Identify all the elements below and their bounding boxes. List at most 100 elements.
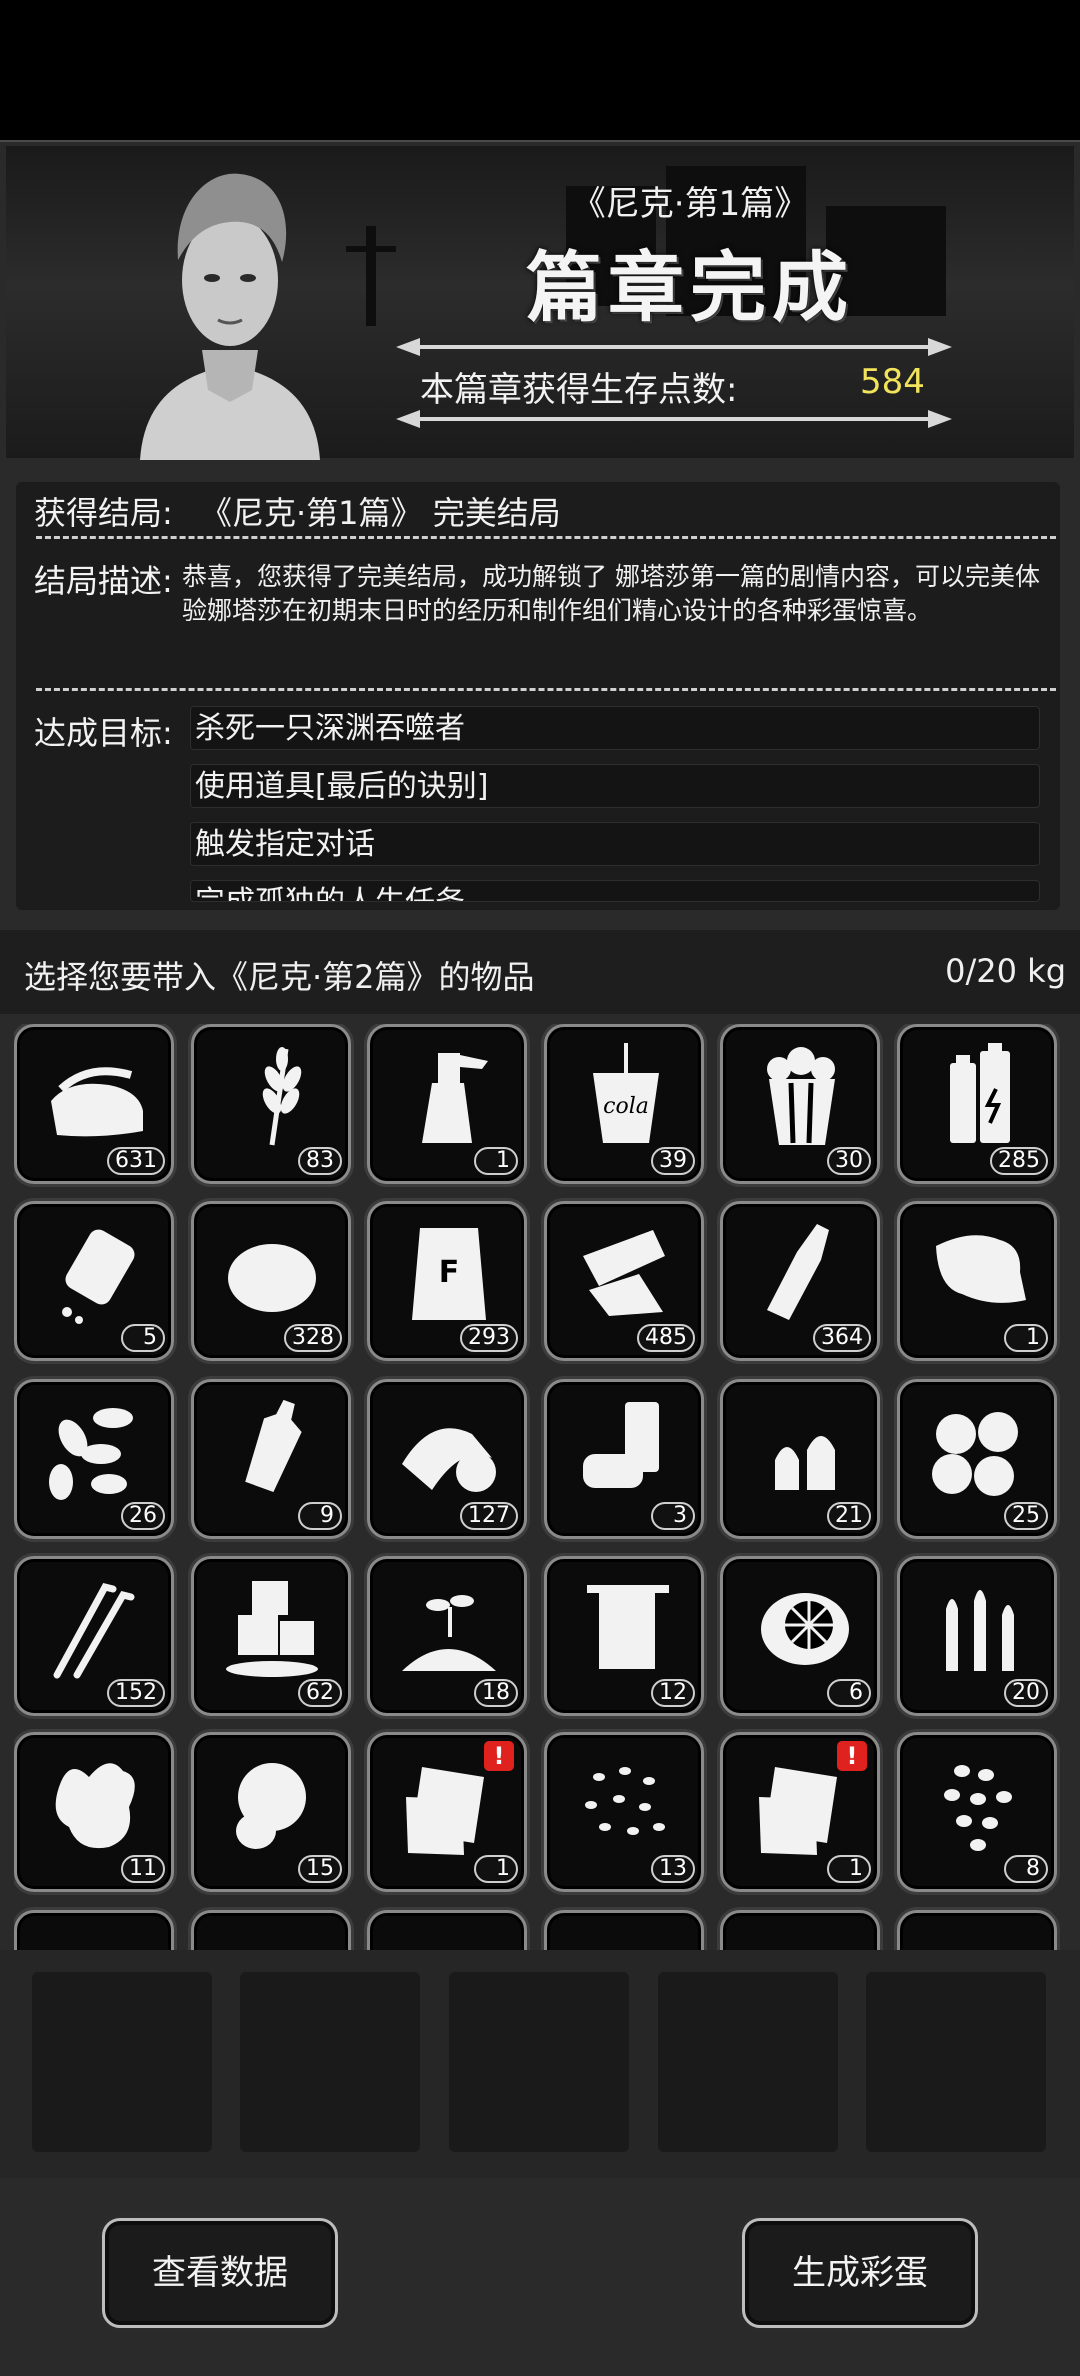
item-slot[interactable]: 285 [897,1024,1057,1184]
lettuce-icon [236,1763,306,1849]
items-title: 选择您要带入《尼克·第2篇》的物品 [24,958,535,996]
ice-cubes-icon [226,1581,318,1677]
item-count: 485 [637,1324,695,1352]
pill-bottle-icon [62,1229,135,1324]
item-count: 83 [298,1147,342,1175]
item-slot[interactable]: 20 [897,1556,1057,1716]
item-slot[interactable] [14,1910,174,1950]
item-slot[interactable]: 8 [897,1732,1057,1892]
item-slot[interactable] [720,1910,880,1950]
cotton-icon [932,1412,1018,1496]
survival-points-value: 584 [860,362,925,402]
ornament-divider-top [396,338,952,356]
view-data-button[interactable]: 查看数据 [102,2218,338,2328]
item-count: 3 [651,1502,695,1530]
item-count: 11 [121,1855,165,1883]
item-slot[interactable]: 13 [544,1732,704,1892]
item-count: 328 [284,1324,342,1352]
item-slot[interactable] [544,1910,704,1950]
item-slot[interactable]: 1 [897,1201,1057,1361]
item-slot[interactable]: 1 [367,1024,527,1184]
item-slot[interactable]: 18 [367,1556,527,1716]
item-count: 8 [1004,1855,1048,1883]
ending-name: 《尼克·第1篇》 完美结局 [200,494,561,532]
item-slot[interactable]: 25 [897,1379,1057,1539]
item-slot[interactable]: 364 [720,1201,880,1361]
ending-desc-label: 结局描述: [34,562,173,600]
sprout-soil-icon [402,1595,496,1671]
ginger-icon [55,1763,135,1849]
item-slot[interactable]: 21 [720,1379,880,1539]
item-slot[interactable] [191,1910,351,1950]
carry-slot[interactable] [658,1972,838,2152]
item-count: 18 [474,1679,518,1707]
item-count: 1 [827,1855,871,1883]
svg-text:F: F [439,1255,460,1290]
ornament-divider-bottom [396,410,952,428]
item-slot[interactable]: 631 [14,1024,174,1184]
item-count: 1 [474,1147,518,1175]
generate-egg-button[interactable]: 生成彩蛋 [742,2218,978,2328]
items-grid[interactable]: 631 83 1 cola 39 30 285 5 328 F 293 485 364 1 26 9 127 3 2… [14,1024,1074,1950]
item-slot[interactable]: cola 39 [544,1024,704,1184]
item-slot[interactable]: 26 [14,1379,174,1539]
glass-bottle-icon [767,1224,829,1320]
cloth-icon [51,1067,143,1137]
item-slot[interactable]: 12 [544,1556,704,1716]
spray-bottle-icon [422,1053,488,1143]
item-slot[interactable]: 15 [191,1732,351,1892]
towel-icon [587,1585,669,1669]
item-slot[interactable]: F 293 [367,1201,527,1361]
item-count: 30 [827,1147,871,1175]
popcorn-icon [767,1047,835,1145]
goal-item: 触发指定对话 [190,822,1040,866]
carry-slot[interactable] [240,1972,420,2152]
item-slot[interactable]: 5 [14,1201,174,1361]
item-slot[interactable]: 62 [191,1556,351,1716]
plastic-bottle-icon [245,1399,302,1493]
item-count: 21 [827,1502,871,1530]
battery-icon [950,1043,1010,1143]
item-slot[interactable]: 11 [14,1732,174,1892]
item-slot[interactable]: 30 [720,1024,880,1184]
carry-slot[interactable] [449,1972,629,2152]
chapter-complete-title: 篇章完成 [526,243,854,332]
item-slot[interactable]: 83 [191,1024,351,1184]
item-slot[interactable]: 9 [191,1379,351,1539]
goal-item: 完成孤独的人生任务 [190,880,1040,902]
carry-slot[interactable] [866,1972,1046,2152]
bullet-tips-icon [775,1436,835,1490]
item-slot[interactable]: 485 [544,1201,704,1361]
fiber-ball-icon [228,1244,316,1312]
item-slot[interactable] [367,1910,527,1950]
item-slot[interactable]: 152 [14,1556,174,1716]
item-slot[interactable]: 1! [720,1732,880,1892]
cola-cup-icon: cola [593,1043,659,1143]
item-count: 20 [1004,1679,1048,1707]
carry-slot[interactable] [32,1972,212,2152]
item-count: 285 [990,1147,1048,1175]
beans-icon [944,1765,1012,1851]
item-count: 12 [651,1679,695,1707]
item-count: 152 [107,1679,165,1707]
wheat-icon [262,1047,302,1146]
item-count: 39 [651,1147,695,1175]
item-count: 293 [460,1324,518,1352]
character-portrait [140,173,320,460]
item-slot[interactable]: 6 [720,1556,880,1716]
item-slot[interactable]: 3 [544,1379,704,1539]
item-slot[interactable] [897,1910,1057,1950]
item-count: 25 [1004,1502,1048,1530]
goal-item: 使用道具[最后的诀别] [190,764,1040,808]
item-slot[interactable]: 1! [367,1732,527,1892]
item-count: 1 [1004,1324,1048,1352]
item-count: 9 [298,1502,342,1530]
svg-text:cola: cola [603,1094,649,1119]
item-slot[interactable]: 127 [367,1379,527,1539]
scrap-metal-icon [583,1230,665,1316]
ending-label: 获得结局: [34,494,173,532]
item-slot[interactable]: 328 [191,1201,351,1361]
item-count: 5 [121,1324,165,1352]
item-count: 26 [121,1502,165,1530]
item-count: 631 [107,1147,165,1175]
